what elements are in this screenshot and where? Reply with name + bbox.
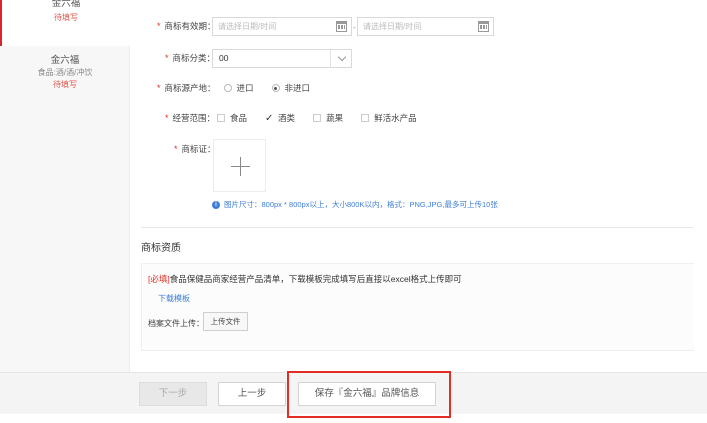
scope-option-label: 酒类 (278, 113, 296, 123)
required-mark: * (157, 21, 161, 31)
download-template-link[interactable]: 下载模板 (158, 293, 190, 304)
scope-option-fruit[interactable]: 蔬果 (313, 112, 343, 124)
validity-end-placeholder: 请选择日期/时间 (363, 22, 422, 31)
required-tag: [必填] (148, 274, 170, 284)
date-separator: - (353, 22, 356, 32)
validity-label: 商标有效期： (164, 21, 216, 31)
scope-label: 经营范围： (172, 113, 216, 123)
highlight-frame (287, 371, 451, 418)
select-divider (330, 50, 331, 67)
validity-start-placeholder: 请选择日期/时间 (218, 22, 277, 31)
origin-option-import[interactable]: 进口 (223, 82, 254, 94)
required-mark: * (174, 144, 178, 154)
calendar-icon[interactable] (336, 21, 347, 32)
sidebar-item-category: 食品:酒/酒/冲饮 (37, 68, 93, 77)
scope-option-label: 鲜活水产品 (374, 113, 417, 123)
scope-row: * 经营范围： 食品 ✓ 酒类 蔬果 鲜活水产品 (165, 112, 435, 124)
file-upload-label: 档案文件上传： (148, 319, 204, 328)
calendar-icon[interactable] (478, 21, 489, 32)
image-hint-text: 图片尺寸：800px * 800px以上，大小800K以内，格式：PNG,JPG… (224, 200, 498, 209)
certificate-row: * 商标证： (174, 143, 216, 155)
scope-option-seafood[interactable]: 鲜活水产品 (361, 112, 417, 124)
qualification-description: [必填]食品保健品商家经营产品清单，下载模板完成填写后直接以excel格式上传即… (148, 273, 462, 285)
scope-option-food[interactable]: 食品 (217, 112, 247, 124)
required-mark: * (165, 53, 169, 63)
validity-start-input[interactable]: 请选择日期/时间 (212, 17, 352, 36)
next-step-button[interactable]: 下一步 (139, 382, 207, 406)
required-mark: * (157, 83, 161, 93)
sidebar-item-status: 待填写 (54, 13, 78, 22)
category-row: * 商标分类： (165, 52, 215, 64)
checkmark-icon[interactable]: ✓ (265, 113, 276, 124)
sidebar-item-brand-2[interactable]: 金六福 食品:酒/酒/冲饮 待填写 (0, 55, 130, 99)
validity-row: * 商标有效期： (157, 20, 216, 32)
info-icon: i (212, 200, 220, 209)
checkbox-icon[interactable] (361, 114, 370, 122)
checkbox-icon[interactable] (313, 114, 322, 122)
scope-option-liquor[interactable]: ✓ 酒类 (265, 112, 295, 124)
required-mark: * (165, 113, 169, 123)
chevron-down-icon (337, 52, 347, 62)
upload-file-button[interactable]: 上传文件 (203, 312, 248, 331)
prev-step-button[interactable]: 上一步 (218, 382, 286, 406)
scope-option-label: 食品 (230, 113, 248, 123)
scope-option-label: 蔬果 (326, 113, 344, 123)
sidebar-item-name: 金六福 (51, 0, 81, 9)
brand-info-page: 金六福 待填写 金六福 食品:酒/酒/冲饮 待填写 * 商标有效期： 请选择日期… (0, 0, 707, 423)
brand-sidebar: 金六福 待填写 金六福 食品:酒/酒/冲饮 待填写 (0, 0, 130, 372)
qualification-desc-text: 食品保健品商家经营产品清单，下载模板完成填写后直接以excel格式上传即可 (169, 274, 462, 284)
certificate-upload-box[interactable] (213, 139, 266, 192)
origin-option-domestic[interactable]: 非进口 (271, 82, 311, 94)
section-divider (141, 227, 693, 228)
qualification-title: 商标资质 (141, 243, 181, 254)
category-select[interactable]: 00 (212, 49, 352, 68)
radio-icon[interactable] (223, 84, 232, 92)
origin-option-label: 非进口 (284, 83, 311, 93)
image-hint: i 图片尺寸：800px * 800px以上，大小800K以内，格式：PNG,J… (212, 199, 498, 210)
category-label: 商标分类： (172, 53, 216, 63)
radio-selected-icon[interactable] (271, 84, 280, 92)
checkbox-icon[interactable] (217, 114, 226, 122)
sidebar-item-status: 待填写 (53, 80, 77, 89)
origin-label: 商标源产地： (164, 83, 216, 93)
validity-end-input[interactable]: 请选择日期/时间 (357, 17, 494, 36)
sidebar-item-name: 金六福 (50, 55, 80, 66)
sidebar-item-brand-1[interactable]: 金六福 待填写 (0, 0, 130, 46)
origin-row: * 商标源产地： 进口 非进口 (157, 82, 328, 94)
category-value: 00 (219, 53, 229, 63)
origin-option-label: 进口 (236, 83, 254, 93)
certificate-label: 商标证： (181, 144, 216, 154)
